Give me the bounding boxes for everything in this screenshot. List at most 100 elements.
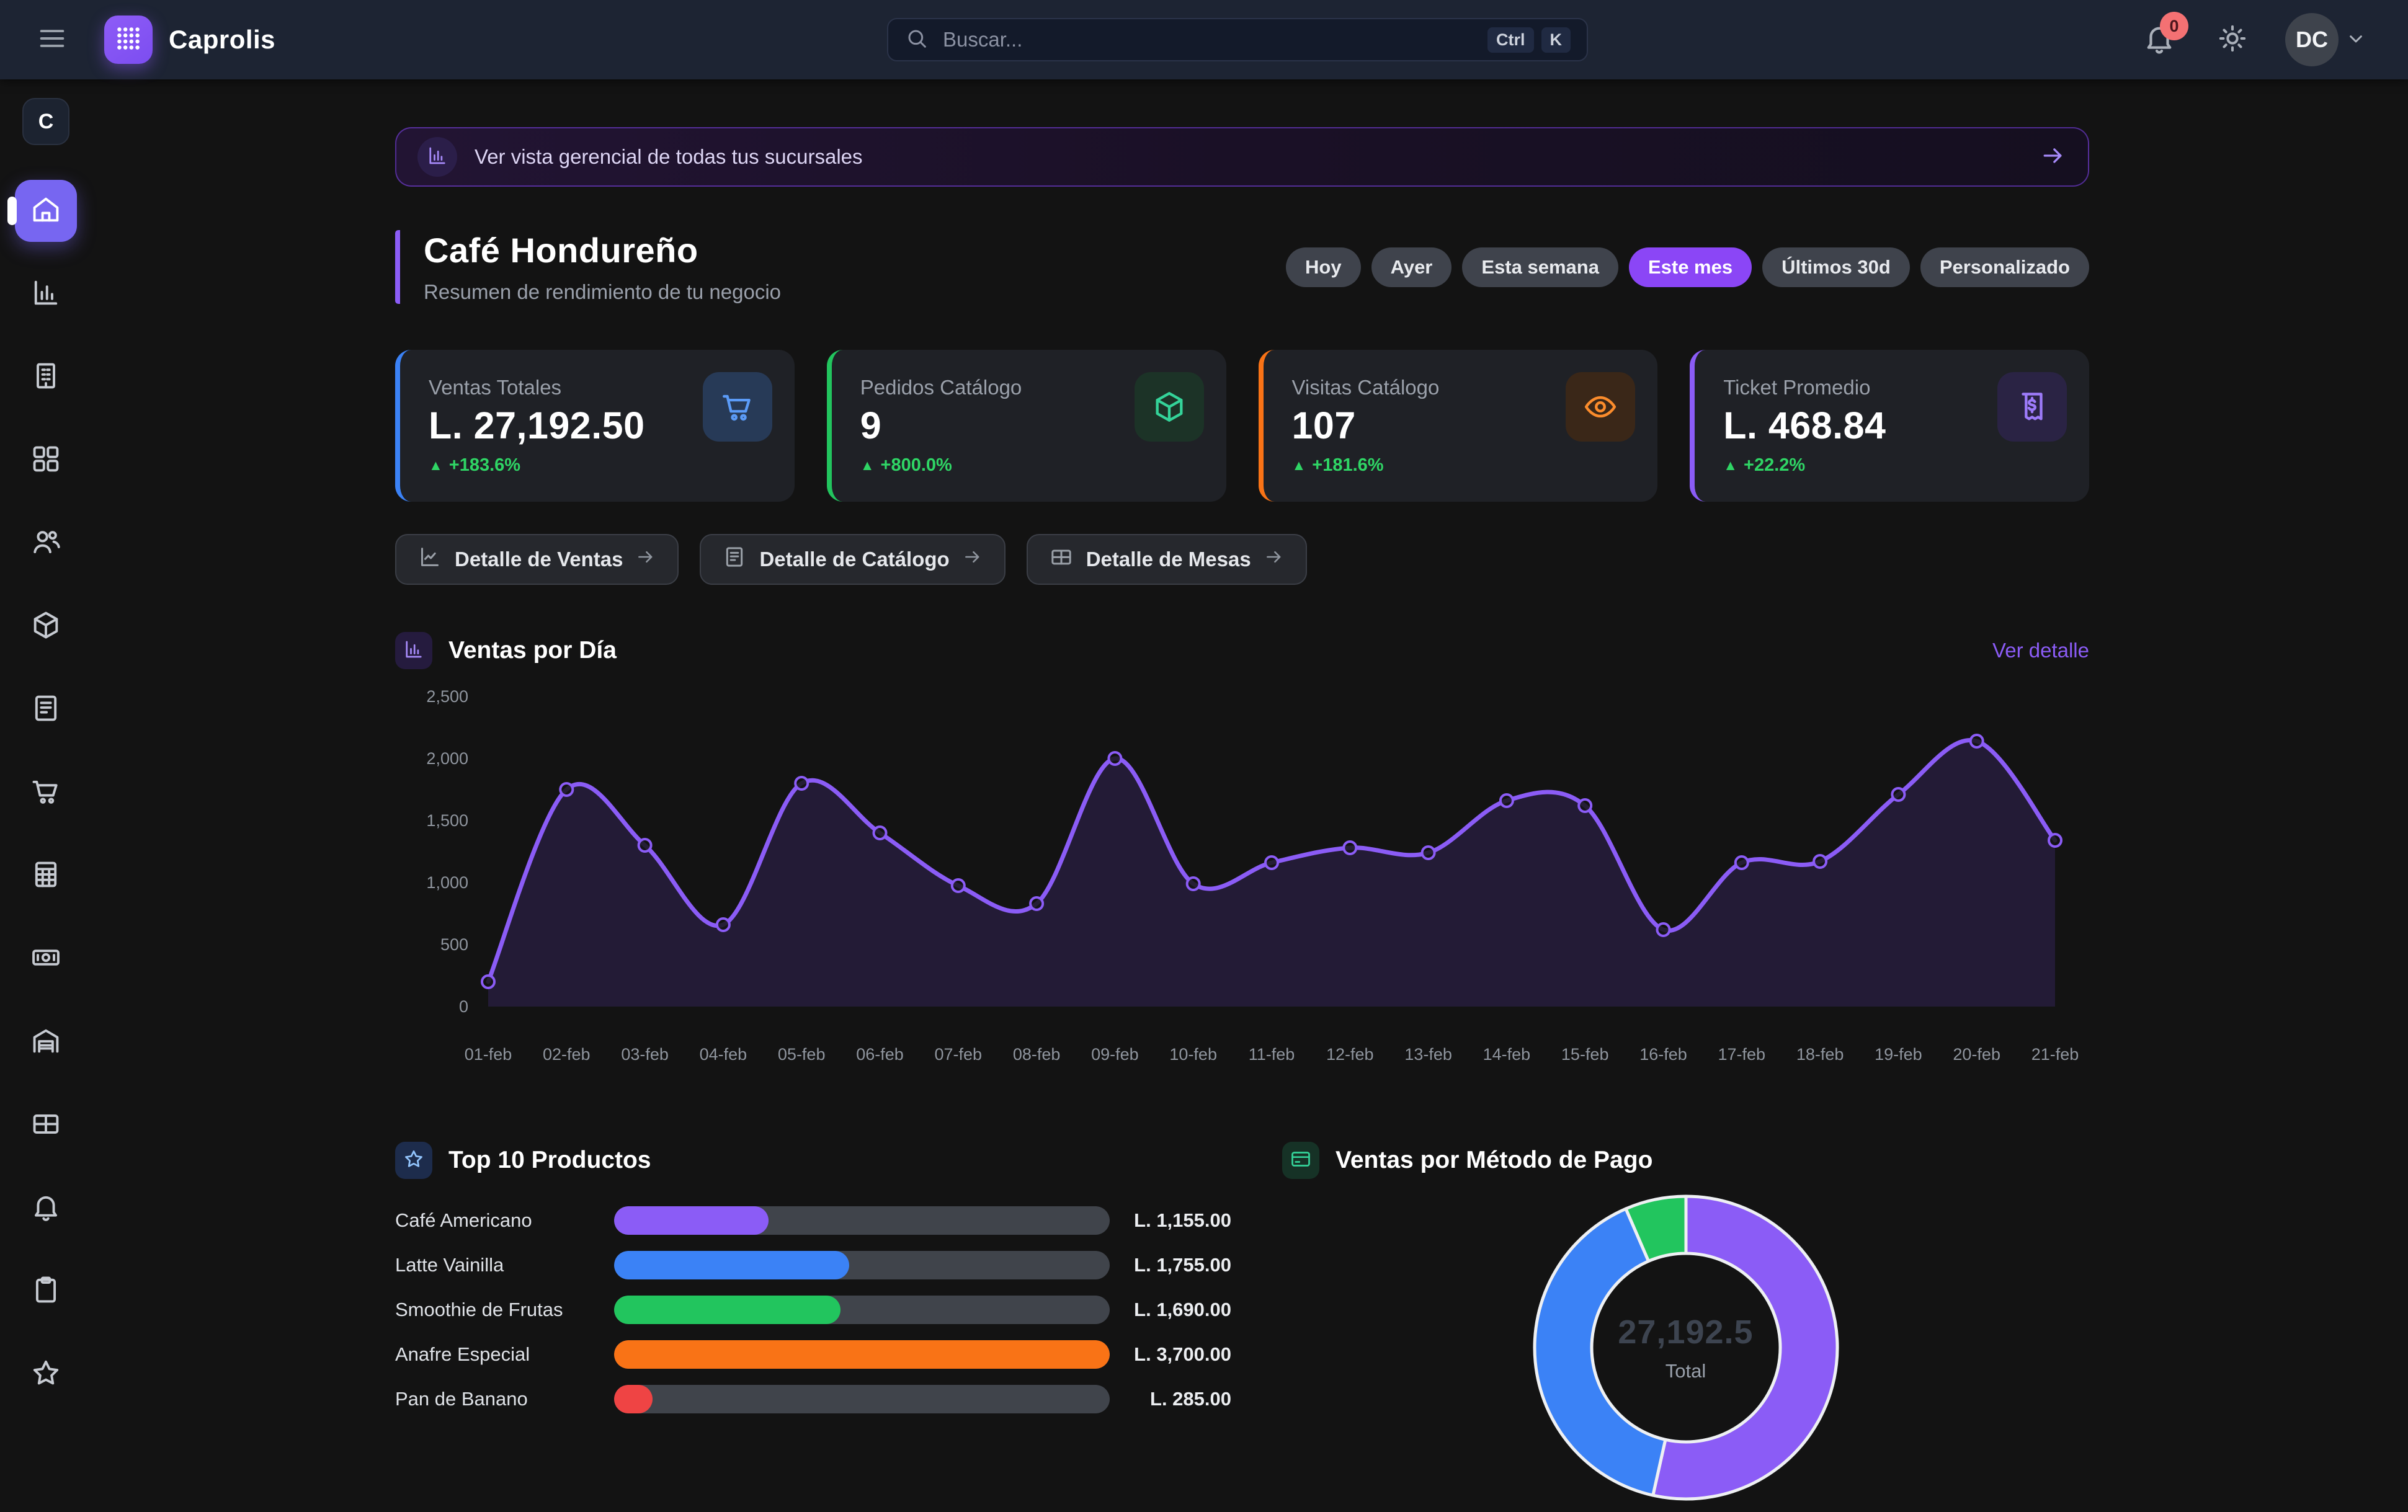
data-point-marker[interactable]	[560, 783, 573, 796]
data-point-marker[interactable]	[1892, 788, 1904, 801]
data-point-marker[interactable]	[1108, 752, 1121, 765]
data-point-marker[interactable]	[1344, 842, 1356, 854]
payment-donut-wrap: 27,192.5 Total	[1525, 1186, 1847, 1512]
global-search[interactable]: Ctrl K	[887, 18, 1588, 61]
sidebar-item-customers[interactable]	[15, 512, 77, 574]
product-name: Latte Vainilla	[395, 1254, 614, 1276]
branch-overview-banner[interactable]: Ver vista gerencial de todas tus sucursa…	[395, 127, 2089, 187]
product-row-1: Latte VainillaL. 1,755.00	[395, 1247, 1231, 1283]
x-axis-tick: 17-feb	[1718, 1045, 1766, 1064]
data-point-marker[interactable]	[1814, 855, 1826, 868]
bottom-panels: Top 10 Productos Café AmericanoL. 1,155.…	[395, 1142, 2089, 1512]
data-point-marker[interactable]	[795, 777, 808, 789]
data-point-marker[interactable]	[1422, 847, 1435, 859]
data-point-marker[interactable]	[1579, 799, 1591, 812]
x-axis-tick: 01-feb	[465, 1045, 512, 1064]
data-point-marker[interactable]	[1265, 856, 1278, 869]
stats-cards: Ventas TotalesL. 27,192.50▲+183.6%Pedido…	[395, 350, 2089, 502]
sales-detail-link[interactable]: Ver detalle	[1992, 639, 2089, 662]
sidebar-item-sales[interactable]	[15, 762, 77, 824]
cart-icon	[703, 372, 772, 442]
x-axis-tick: 12-feb	[1326, 1045, 1374, 1064]
x-axis-tick: 15-feb	[1561, 1045, 1609, 1064]
bar-chart-icon	[30, 277, 62, 312]
notifications-button[interactable]: 0	[2139, 19, 2180, 60]
cart-icon	[30, 775, 62, 811]
section-icon-box	[395, 1142, 432, 1179]
product-bar-fill	[614, 1206, 769, 1235]
detail-button-0[interactable]: Detalle de Ventas	[395, 534, 679, 585]
user-menu-chevron[interactable]	[2343, 26, 2368, 54]
top-products-title: Top 10 Productos	[448, 1147, 651, 1174]
sidebar-item-favorites[interactable]	[15, 1343, 77, 1405]
sales-chart-title: Ventas por Día	[448, 637, 617, 664]
data-point-marker[interactable]	[639, 839, 651, 852]
theme-toggle-button[interactable]	[2212, 19, 2253, 60]
product-value: L. 3,700.00	[1110, 1343, 1231, 1366]
sidebar-item-notifications[interactable]	[15, 1177, 77, 1239]
stat-card-3: Ticket PromedioL. 468.84▲+22.2%	[1690, 350, 2089, 502]
data-point-marker[interactable]	[952, 879, 965, 892]
filter-pill-3[interactable]: Este mes	[1629, 247, 1752, 287]
data-point-marker[interactable]	[1736, 856, 1748, 869]
data-point-marker[interactable]	[482, 976, 494, 988]
data-point-marker[interactable]	[1030, 897, 1043, 910]
workspace-avatar[interactable]: C	[22, 98, 69, 145]
sidebar-item-apps[interactable]	[15, 429, 77, 491]
data-point-marker[interactable]	[2049, 834, 2061, 847]
sidebar-item-home[interactable]	[15, 180, 77, 242]
data-point-marker[interactable]	[717, 918, 729, 931]
menu-toggle-button[interactable]	[30, 17, 74, 62]
line-chart-area	[488, 740, 2055, 1007]
triangle-up-icon: ▲	[429, 457, 443, 474]
x-axis-tick: 08-feb	[1013, 1045, 1061, 1064]
sidebar-item-cash[interactable]	[15, 928, 77, 990]
sales-chart-header: Ventas por Día Ver detalle	[395, 632, 2089, 669]
filter-pill-1[interactable]: Ayer	[1371, 247, 1452, 287]
product-bar-track	[614, 1340, 1110, 1369]
section-icon-box	[1282, 1142, 1319, 1179]
filter-pill-4[interactable]: Últimos 30d	[1762, 247, 1910, 287]
detail-button-1[interactable]: Detalle de Catálogo	[700, 534, 1005, 585]
sidebar-item-analytics[interactable]	[15, 263, 77, 325]
sidebar-item-catalog[interactable]	[15, 678, 77, 740]
sidebar: C	[0, 79, 92, 1433]
product-bars-list: Café AmericanoL. 1,155.00Latte VainillaL…	[395, 1203, 1231, 1417]
notifications-badge: 0	[2160, 12, 2188, 40]
banner-arrow-button[interactable]	[2040, 142, 2067, 172]
stat-delta: ▲+800.0%	[860, 455, 1198, 476]
sidebar-item-pos[interactable]	[15, 845, 77, 907]
product-value: L. 285.00	[1110, 1388, 1231, 1410]
sidebar-item-tables[interactable]	[15, 1094, 77, 1156]
sidebar-item-inventory[interactable]	[15, 595, 77, 657]
bell-icon	[30, 1191, 62, 1226]
filter-pill-2[interactable]: Esta semana	[1462, 247, 1618, 287]
data-point-marker[interactable]	[874, 827, 886, 839]
app-logo[interactable]	[104, 16, 153, 64]
credit-card-icon	[1290, 1148, 1312, 1173]
detail-button-2[interactable]: Detalle de Mesas	[1027, 534, 1307, 585]
data-point-marker[interactable]	[1187, 878, 1200, 890]
product-name: Anafre Especial	[395, 1343, 614, 1366]
filter-pill-5[interactable]: Personalizado	[1920, 247, 2089, 287]
data-point-marker[interactable]	[1657, 923, 1670, 936]
sidebar-item-warehouse[interactable]	[15, 1011, 77, 1073]
sidebar-item-orders[interactable]	[15, 1260, 77, 1322]
user-avatar[interactable]: DC	[2285, 13, 2339, 66]
stat-delta: ▲+22.2%	[1723, 455, 2061, 476]
triangle-up-icon: ▲	[860, 457, 875, 474]
x-axis-tick: 02-feb	[543, 1045, 591, 1064]
search-input[interactable]	[943, 28, 1480, 51]
detail-button-label: Detalle de Catálogo	[759, 548, 949, 571]
chevron-down-icon	[2343, 26, 2368, 54]
x-axis-tick: 13-feb	[1404, 1045, 1452, 1064]
y-axis-tick: 2,500	[426, 687, 468, 706]
product-value: L. 1,155.00	[1110, 1209, 1231, 1232]
calculator-icon	[30, 858, 62, 894]
data-point-marker[interactable]	[1501, 794, 1513, 807]
filter-pill-0[interactable]: Hoy	[1286, 247, 1361, 287]
sidebar-item-company[interactable]	[15, 346, 77, 408]
grid-icon	[30, 443, 62, 478]
data-point-marker[interactable]	[1971, 735, 1983, 747]
x-axis-tick: 10-feb	[1169, 1045, 1217, 1064]
